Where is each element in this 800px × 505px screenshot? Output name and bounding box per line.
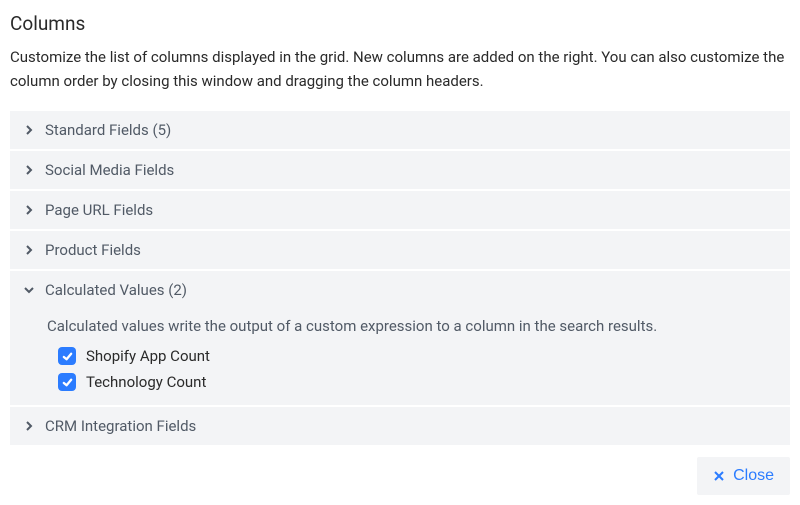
list-item: Technology Count: [58, 373, 774, 391]
chevron-down-icon: [22, 283, 36, 297]
chevron-right-icon: [22, 243, 36, 257]
checkbox-shopify-app-count[interactable]: [58, 347, 76, 365]
dialog-footer: Close: [697, 457, 790, 495]
chevron-right-icon: [22, 203, 36, 217]
chevron-right-icon: [22, 123, 36, 137]
section-body: Calculated values write the output of a …: [10, 309, 790, 405]
section-standard-fields[interactable]: Standard Fields (5): [10, 111, 790, 149]
section-label: Standard Fields (5): [45, 121, 171, 139]
close-icon: [713, 470, 725, 482]
section-label: Calculated Values (2): [45, 281, 187, 299]
section-calculated-values-container: Calculated Values (2) Calculated values …: [10, 271, 790, 405]
checkbox-technology-count[interactable]: [58, 373, 76, 391]
section-label: Product Fields: [45, 241, 141, 259]
checkbox-label: Shopify App Count: [86, 347, 210, 365]
section-product-fields[interactable]: Product Fields: [10, 231, 790, 269]
close-button[interactable]: Close: [697, 457, 790, 495]
list-item: Shopify App Count: [58, 347, 774, 365]
section-label: Page URL Fields: [45, 201, 153, 219]
section-page-url-fields[interactable]: Page URL Fields: [10, 191, 790, 229]
close-button-label: Close: [733, 467, 774, 485]
section-crm-integration-fields[interactable]: CRM Integration Fields: [10, 407, 790, 445]
chevron-right-icon: [22, 419, 36, 433]
section-social-media-fields[interactable]: Social Media Fields: [10, 151, 790, 189]
chevron-right-icon: [22, 163, 36, 177]
dialog-description: Customize the list of columns displayed …: [10, 45, 790, 93]
section-description: Calculated values write the output of a …: [47, 317, 774, 335]
section-label: CRM Integration Fields: [45, 417, 196, 435]
dialog-title: Columns: [10, 12, 790, 35]
section-calculated-values[interactable]: Calculated Values (2): [10, 271, 790, 309]
section-list: Standard Fields (5) Social Media Fields …: [10, 111, 790, 445]
checkbox-label: Technology Count: [86, 373, 206, 391]
section-label: Social Media Fields: [45, 161, 174, 179]
